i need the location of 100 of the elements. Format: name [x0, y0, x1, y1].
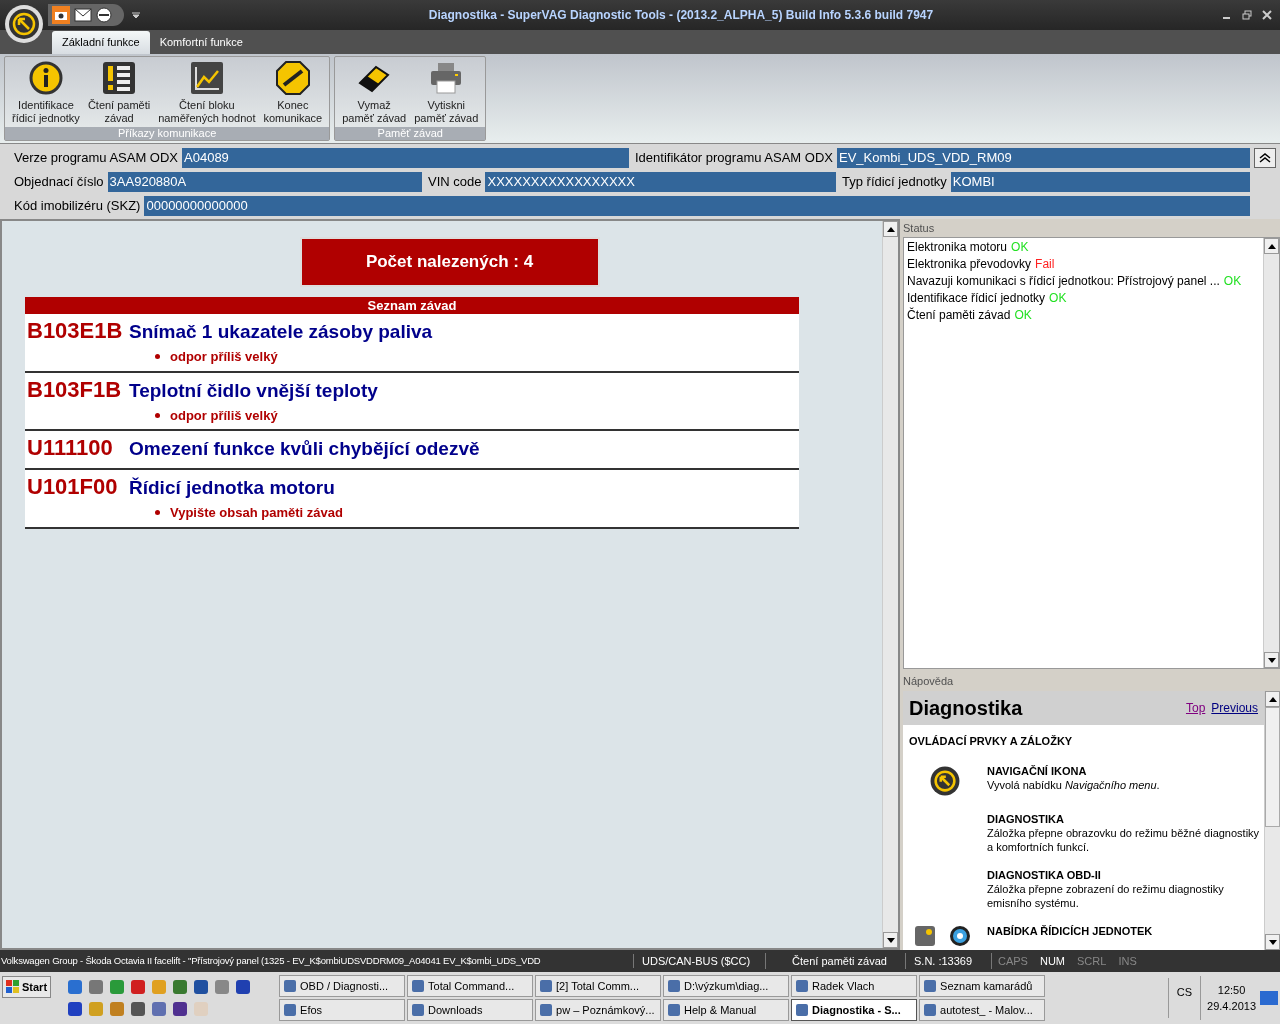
window-icon [283, 1003, 298, 1017]
ribbon-tab[interactable]: Komfortní funkce [149, 31, 253, 54]
warning-list-icon [102, 61, 137, 95]
envelope-icon[interactable] [74, 8, 92, 22]
fault-detail: odpor příliš velký [170, 348, 278, 366]
field-value: 00000000000000 [144, 195, 1250, 216]
app-icon[interactable] [151, 1001, 168, 1017]
language-indicator[interactable]: CS [1167, 978, 1201, 1018]
taskbar-button[interactable]: D:\výzkum\diag... [663, 975, 790, 997]
clock-date[interactable]: 29.4.2013 [1207, 998, 1256, 1015]
scrollbar[interactable] [1264, 691, 1280, 950]
taskbar-button[interactable]: Diagnostika - S... [791, 999, 918, 1021]
help-link[interactable]: Top [1185, 699, 1206, 717]
info-icon [28, 61, 63, 95]
window-icon [539, 1003, 554, 1017]
taskbar-button[interactable]: Efos [279, 999, 406, 1021]
app-icon[interactable] [172, 979, 189, 995]
up-arrow-icon[interactable] [1268, 696, 1277, 702]
app-icon[interactable] [130, 1001, 147, 1017]
bullet-icon [155, 354, 160, 360]
clock-time[interactable]: 12:50 [1217, 981, 1246, 998]
fault-detail: odpor příliš velký [170, 406, 278, 425]
ribbon-button[interactable]: Identifikace řídicí jednotky [9, 61, 83, 127]
fault-list-header: Seznam závad [25, 297, 799, 314]
collapse-button[interactable] [1254, 147, 1276, 168]
status-message: Navazuji komunikaci s řídicí jednotkou: Přístrojový panel ... [907, 273, 1220, 290]
down-arrow-icon[interactable] [1268, 939, 1277, 945]
status-field: S.N. :13369 [906, 952, 992, 970]
field-value: KOMBI [950, 171, 1250, 192]
taskbar-button[interactable]: pw – Poznámkový... [535, 999, 662, 1021]
fault-code: B103F1B [26, 375, 123, 404]
status-message: Identifikace řídicí jednotky [907, 290, 1046, 307]
help-link[interactable]: Previous [1211, 699, 1258, 717]
field-label: Identifikátor programu ASAM ODX [634, 148, 834, 167]
fault-description: Snímač 1 ukazatele zásoby paliva [129, 320, 433, 344]
help-entry-title: NABÍDKA ŘÍDICÍCH JEDNOTEK [987, 923, 1154, 938]
taskbar-button[interactable]: [2] Total Comm... [535, 975, 662, 997]
window-icon [411, 1003, 426, 1017]
ribbon-button[interactable]: Konec komunikace [260, 61, 326, 127]
field-value: A04089 [182, 147, 629, 168]
fault-description: Teplotní čidlo vnější teploty [129, 378, 378, 403]
field-label: Typ řídicí jednotky [841, 172, 948, 191]
key-indicator: CAPS [997, 953, 1029, 969]
taskbar-button[interactable]: Help & Manual [663, 999, 790, 1021]
camera-icon[interactable] [52, 6, 70, 24]
close-icon[interactable] [1262, 10, 1272, 20]
taskbar-button[interactable]: Downloads [407, 999, 534, 1021]
field-label: VIN code [427, 172, 483, 191]
app-icon[interactable] [67, 979, 84, 995]
window-icon [667, 979, 682, 993]
field-value: XXXXXXXXXXXXXXXXX [485, 171, 836, 192]
up-arrow-icon[interactable] [1267, 243, 1276, 249]
windows-logo-icon [6, 980, 20, 994]
down-arrow-icon[interactable] [1267, 657, 1276, 663]
ribbon-button[interactable]: Vytiskni paměť závad [411, 61, 482, 127]
status-field: Volkswagen Group - Škoda Octavia II facelift - "Přístrojový panel (1325 - EV_K$ombiUDSVDDRM09_A04041 EV_K$ombi_UDS_VDD [0, 953, 634, 969]
app-icon[interactable] [67, 1001, 84, 1017]
app-icon[interactable] [130, 979, 147, 995]
dropdown-icon[interactable] [132, 11, 140, 19]
fault-code: U111100 [26, 434, 114, 462]
restore-icon[interactable] [1242, 10, 1252, 20]
ribbon-tab[interactable]: Základní funkce [52, 31, 150, 54]
taskbar-button[interactable]: Total Command... [407, 975, 534, 997]
app-icon[interactable] [172, 1001, 189, 1017]
scrollbar[interactable] [1263, 238, 1279, 668]
field-value: EV_Kombi_UDS_VDD_RM09 [837, 147, 1250, 168]
app-icon[interactable] [193, 979, 210, 995]
taskbar-button[interactable]: Seznam kamarádů [919, 975, 1046, 997]
taskbar-button[interactable]: autotest_ - Malov... [919, 999, 1046, 1021]
fault-description: Omezení funkce kvůli chybějící odezvě [129, 437, 480, 461]
status-field: Čtení paměti závad [766, 952, 906, 970]
printer-icon [429, 61, 464, 95]
up-arrow-icon[interactable] [886, 226, 895, 232]
double-chevron-up-icon[interactable] [1259, 152, 1271, 163]
ribbon-button[interactable]: Čtení bloku naměřených hodnot [155, 61, 259, 127]
down-arrow-icon[interactable] [886, 937, 895, 943]
bullet-icon [155, 510, 160, 516]
fault-code: B103E1B [26, 317, 124, 345]
app-icon[interactable] [88, 979, 105, 995]
ribbon-button[interactable]: Vymaž paměť závad [339, 61, 410, 127]
panel-title: Status [903, 221, 936, 236]
fault-count-banner: Počet nalezených : 4 [299, 237, 600, 287]
status-message: Elektronika motoru [907, 239, 1008, 256]
help-entry-text: Záložka přepne obrazovku do režimu běžné diagnostiky a komfortních funkcí. [987, 825, 1260, 854]
ribbon-button[interactable]: Čtení paměti závad [84, 61, 154, 127]
fault-code: U101F00 [26, 473, 119, 501]
start-button[interactable]: Start [2, 976, 52, 998]
taskbar-button[interactable]: Radek Vlach [791, 975, 918, 997]
group-label: Příkazy komunikace [5, 127, 330, 140]
field-label: Objednací číslo [13, 172, 105, 191]
key-indicator: INS [1117, 953, 1138, 969]
fault-detail: Vypište obsah paměti závad [170, 504, 343, 522]
help-section-title: OVLÁDACÍ PRVKY A ZÁLOŽKY [908, 734, 1074, 749]
status-result: Fail [1035, 256, 1055, 273]
taskbar-button[interactable]: OBD / Diagnosti... [279, 975, 406, 997]
group-label: Paměť závad [335, 127, 486, 140]
scrollbar[interactable] [882, 221, 898, 948]
app-icon[interactable] [235, 979, 252, 995]
field-value: 3AA920880A [107, 171, 422, 192]
help-heading: Diagnostika [909, 696, 1024, 721]
